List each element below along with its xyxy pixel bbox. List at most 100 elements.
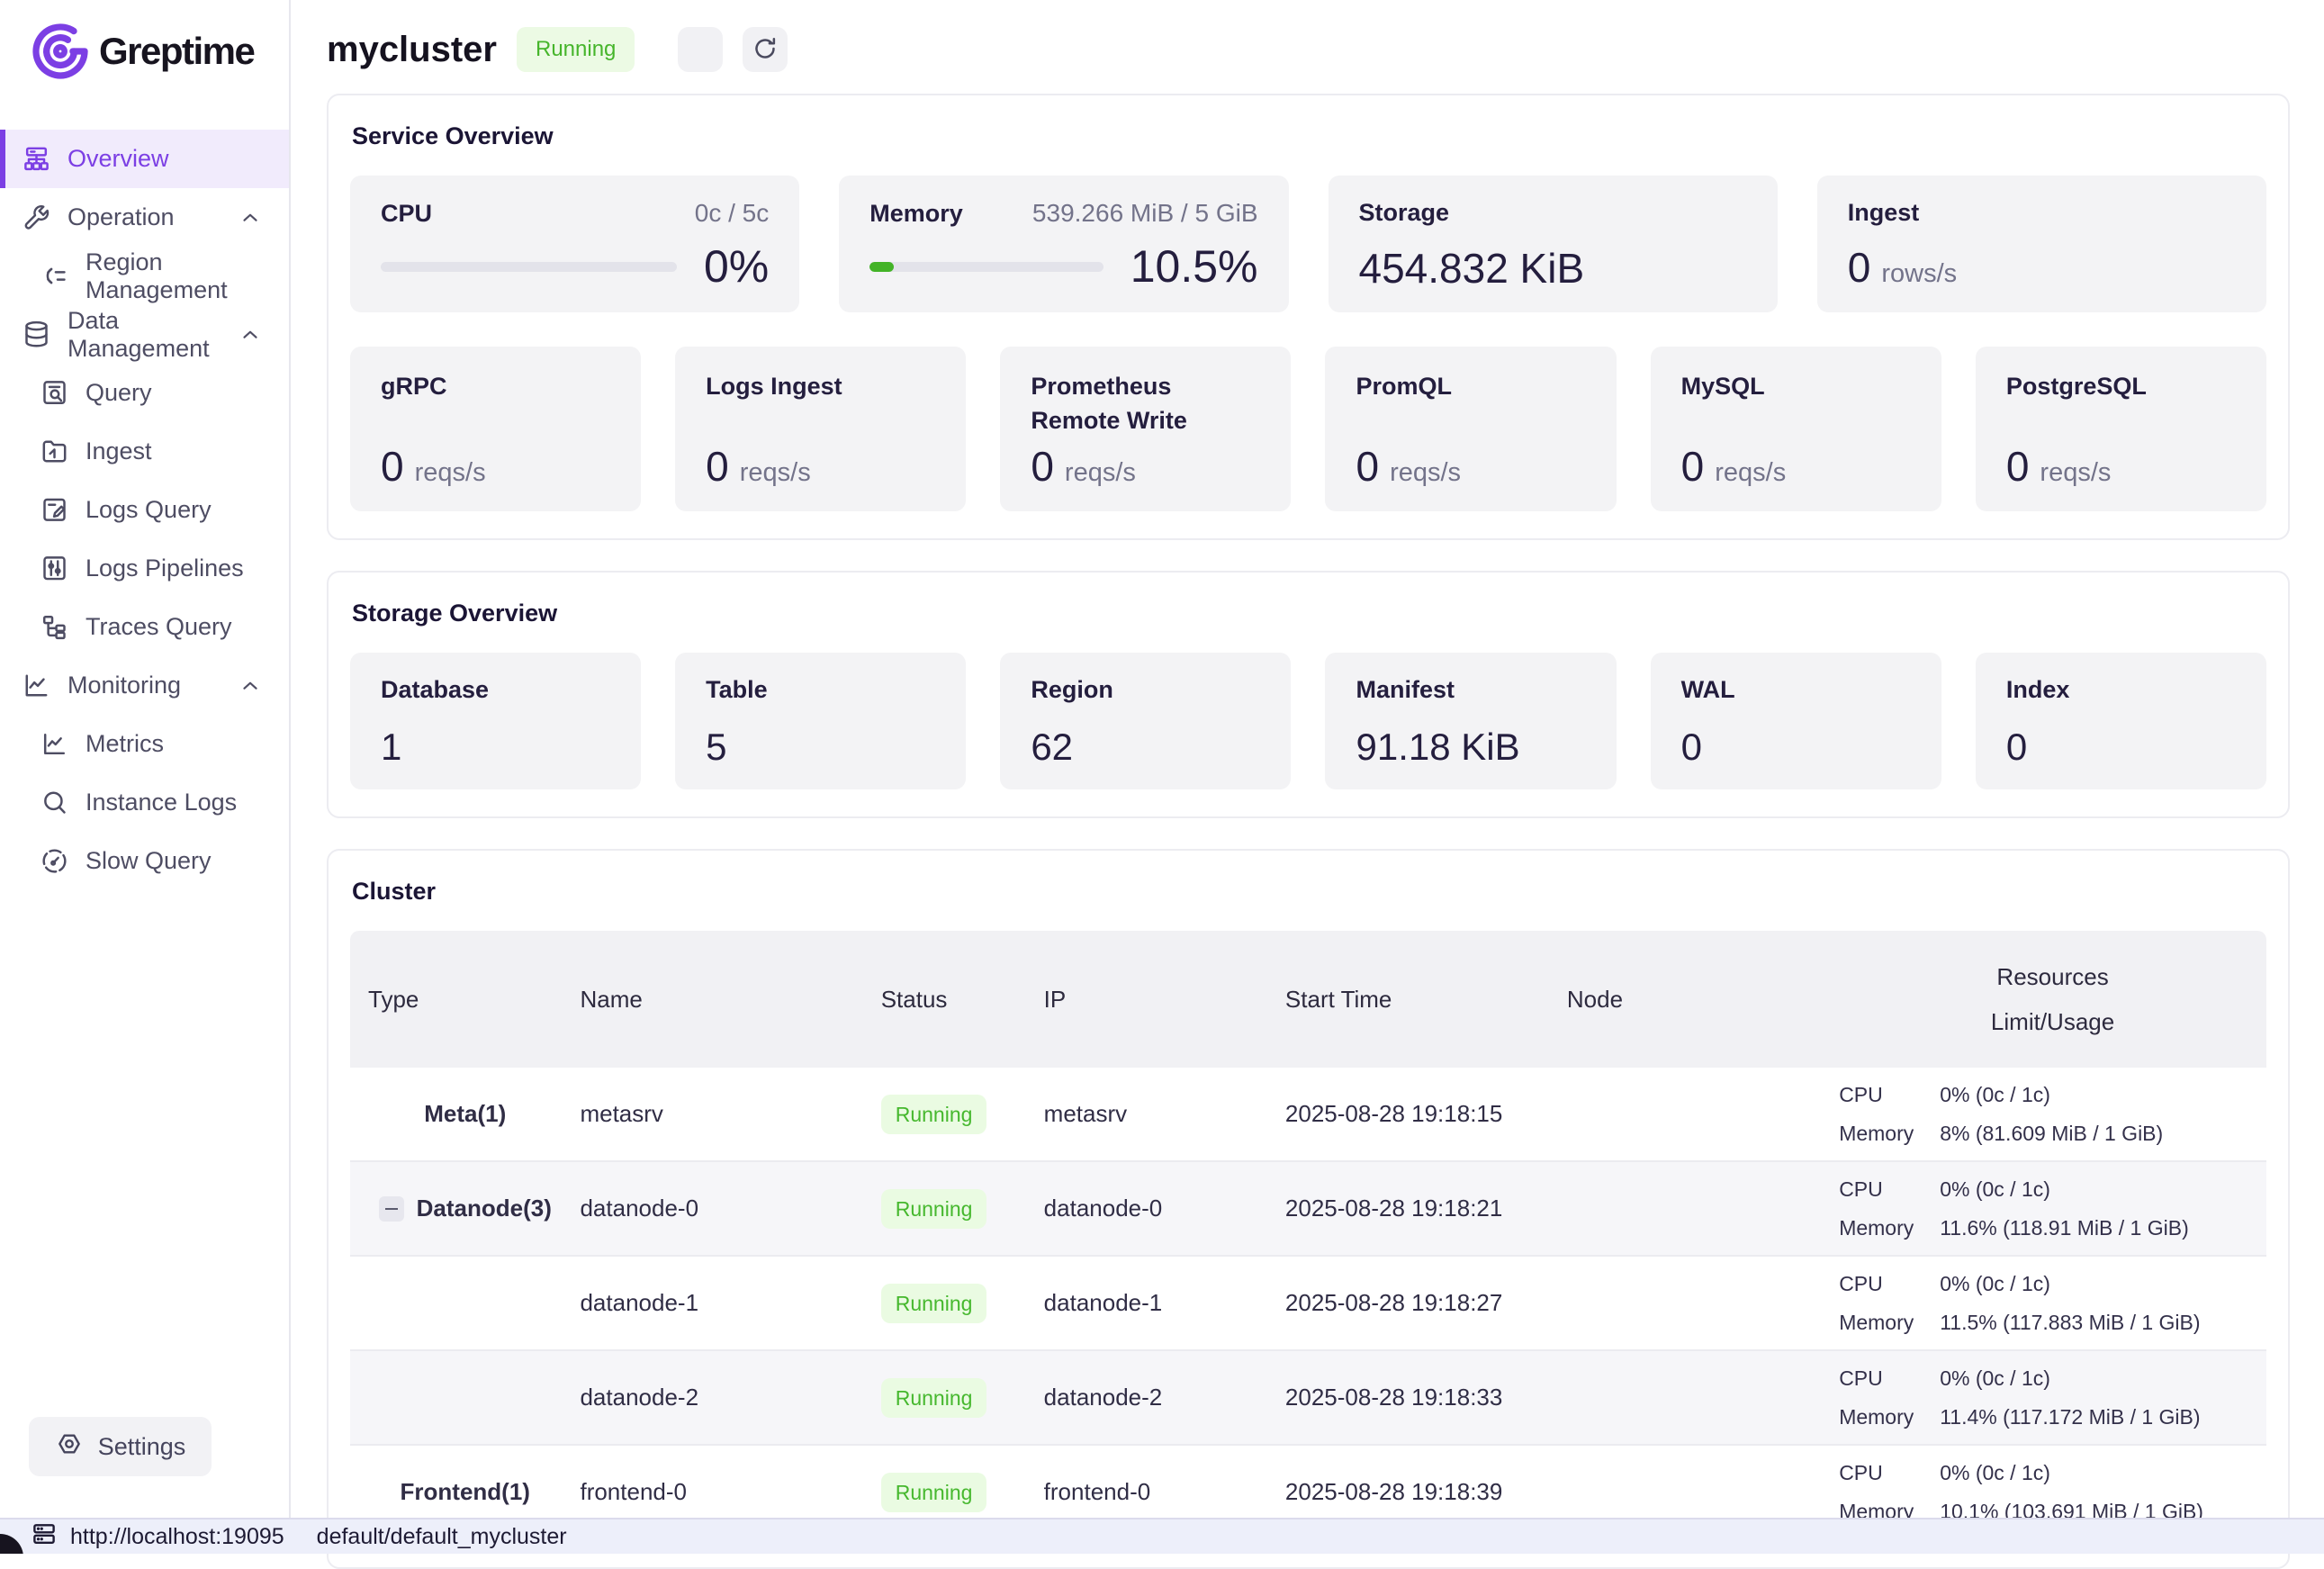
index-card: Index 0 (1976, 653, 2266, 789)
prometheus-remote-write-label: Prometheus Remote Write (1031, 370, 1260, 438)
memory-card: Memory 539.266 MiB / 5 GiB 10.5% (839, 176, 1288, 312)
cpu-resource-value: 0% (0c / 1c) (1940, 1177, 2050, 1202)
cpu-resource-label: CPU (1839, 1272, 1940, 1296)
server-endpoint[interactable]: http://localhost:19095 (31, 1520, 284, 1554)
sidebar-nav: Overview Operation (0, 130, 289, 1399)
postgresql-card: PostgreSQL 0 reqs/s (1976, 347, 2266, 511)
memory-percent: 10.5% (1130, 244, 1258, 289)
memory-resource-value: 11.4% (117.172 MiB / 1 GiB) (1940, 1405, 2200, 1429)
chevron-up-icon[interactable] (239, 674, 262, 698)
promql-value: 0 (1356, 446, 1379, 487)
limit-usage-header-label: Limit/Usage (1991, 1008, 2114, 1036)
sidebar-item-overview[interactable]: Overview (0, 130, 289, 188)
chevron-up-icon[interactable] (239, 206, 262, 230)
sidebar-item-label: Instance Logs (86, 789, 237, 816)
current-database[interactable]: default/default_mycluster (317, 1524, 567, 1550)
row-name: metasrv (580, 1100, 880, 1128)
sidebar-item-slow-query[interactable]: Slow Query (0, 832, 289, 890)
table-label: Table (706, 676, 935, 704)
sidebar-item-label: Logs Query (86, 496, 212, 524)
grpc-unit: reqs/s (415, 458, 486, 488)
sidebar-item-label: Logs Pipelines (86, 555, 244, 582)
settings-label: Settings (98, 1433, 186, 1461)
chevron-up-icon[interactable] (239, 323, 262, 347)
sidebar-section-monitoring[interactable]: Monitoring (0, 656, 289, 715)
cpu-resource-label: CPU (1839, 1177, 1940, 1202)
mysql-card: MySQL 0 reqs/s (1651, 347, 1941, 511)
manifest-label: Manifest (1356, 676, 1585, 704)
refresh-button[interactable] (743, 27, 788, 72)
sidebar-item-ingest[interactable]: Ingest (0, 422, 289, 481)
table-row-datanode-0: Datanode(3) datanode-0 Running datanode-… (350, 1162, 2266, 1257)
prometheus-remote-write-card: Prometheus Remote Write 0 reqs/s (1000, 347, 1291, 511)
column-header-status: Status (881, 931, 1044, 1068)
main-content: mycluster Running Service Overview CPU (291, 0, 2324, 1518)
collapse-datanode-button[interactable] (379, 1196, 404, 1222)
wal-card: WAL 0 (1651, 653, 1941, 789)
page-title: mycluster (327, 30, 497, 70)
row-ip: metasrv (1044, 1100, 1285, 1128)
row-status: Running (881, 1289, 1044, 1317)
sidebar-item-instance-logs[interactable]: Instance Logs (0, 773, 289, 832)
column-header-type: Type (350, 931, 580, 1068)
cluster-status-badge: Running (517, 27, 635, 72)
cluster-title: Cluster (352, 878, 2266, 906)
row-type: Meta(1) (350, 1100, 580, 1128)
column-header-resources: Resources Limit/Usage (1839, 931, 2266, 1068)
resources-header-label: Resources (1996, 963, 2108, 991)
memory-resource-value: 8% (81.609 MiB / 1 GiB) (1940, 1122, 2163, 1146)
row-start-time: 2025-08-28 19:18:33 (1285, 1384, 1567, 1411)
query-icon (40, 378, 69, 408)
memory-progress-fill (869, 262, 894, 272)
postgresql-unit: reqs/s (2040, 458, 2111, 488)
sidebar-section-data-management[interactable]: Data Management (0, 305, 289, 364)
cluster-panel: Cluster Type Name Status IP Start Time N… (327, 849, 2290, 1569)
sidebar-item-query[interactable]: Query (0, 364, 289, 422)
promql-unit: reqs/s (1390, 458, 1461, 488)
row-name: frontend-0 (580, 1478, 880, 1506)
mysql-value: 0 (1681, 446, 1705, 487)
settings-button[interactable]: Settings (29, 1417, 212, 1476)
region-value: 62 (1031, 728, 1260, 766)
index-label: Index (2006, 676, 2236, 704)
brand-name: Greptime (99, 30, 254, 73)
sidebar-item-metrics[interactable]: Metrics (0, 715, 289, 773)
column-header-ip: IP (1044, 931, 1285, 1068)
sidebar-section-label: Operation (68, 203, 175, 231)
wal-value: 0 (1681, 728, 1911, 766)
ingest-icon (40, 437, 69, 466)
status-badge: Running (881, 1189, 987, 1229)
sidebar-item-label: Slow Query (86, 847, 212, 875)
table-value: 5 (706, 728, 935, 766)
status-badge: Running (881, 1378, 987, 1418)
status-bar: http://localhost:19095 default/default_m… (0, 1518, 2324, 1554)
memory-resource-label: Memory (1839, 1405, 1940, 1429)
mysql-unit: reqs/s (1715, 458, 1786, 488)
slow-query-icon (40, 846, 69, 876)
row-status: Running (881, 1384, 1044, 1411)
sidebar-item-logs-query[interactable]: Logs Query (0, 481, 289, 539)
column-header-node: Node (1567, 931, 1839, 1068)
sidebar-item-logs-pipelines[interactable]: Logs Pipelines (0, 539, 289, 598)
table-card: Table 5 (675, 653, 966, 789)
logs-ingest-label: Logs Ingest (706, 370, 935, 404)
sidebar-section-label: Monitoring (68, 672, 181, 699)
sidebar-section-operation[interactable]: Operation (0, 188, 289, 247)
row-status: Running (881, 1195, 1044, 1222)
overview-icon (22, 144, 51, 174)
row-resources: CPU0% (0c / 1c) Memory11.4% (117.172 MiB… (1839, 1366, 2266, 1429)
cpu-label: CPU (381, 200, 432, 228)
logs-ingest-unit: reqs/s (740, 458, 811, 488)
cpu-progress-bar (381, 262, 677, 272)
app: Greptime Overview (0, 0, 2324, 1518)
manifest-card: Manifest 91.18 KiB (1325, 653, 1616, 789)
sidebar-item-traces-query[interactable]: Traces Query (0, 598, 289, 656)
ingest-value: 0 (1848, 247, 1871, 288)
ingest-unit: rows/s (1881, 259, 1957, 289)
blank-action-button[interactable] (678, 27, 723, 72)
sidebar-item-region-management[interactable]: Region Management (0, 247, 289, 305)
sidebar-item-label: Ingest (86, 437, 152, 465)
storage-overview-title: Storage Overview (352, 600, 2266, 627)
instance-logs-icon (40, 788, 69, 817)
ingest-label: Ingest (1848, 199, 2236, 227)
